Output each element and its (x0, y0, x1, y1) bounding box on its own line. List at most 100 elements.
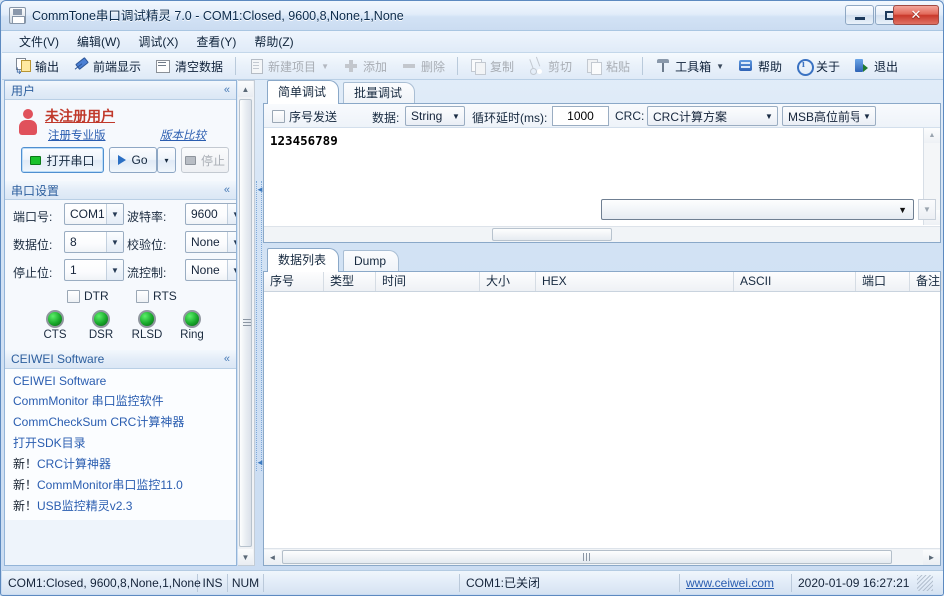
panel-splitter[interactable]: ◄ ◄ (256, 181, 264, 471)
ceiwei-link-4[interactable]: 新！CRC计算神器 (5, 453, 236, 474)
toolbar-plus-button[interactable]: 添加 (336, 55, 394, 77)
stop-button[interactable]: 停止 (181, 147, 229, 173)
ceiwei-panel-header[interactable]: CEIWEI Software « (5, 350, 236, 369)
send-hscroll-thumb[interactable] (492, 228, 612, 241)
sidebar-scrollbar[interactable]: ▲ ▼ (238, 80, 255, 566)
rts-checkbox[interactable]: RTS (136, 289, 177, 303)
ceiwei-link-5[interactable]: 新！CommMonitor串口监控11.0 (5, 474, 236, 495)
stopbits-value: 1 (70, 263, 77, 277)
scroll-up-icon[interactable]: ▲ (238, 81, 253, 97)
menu-item-3[interactable]: 查看(Y) (187, 33, 245, 51)
register-pro-link[interactable]: 注册专业版 (48, 127, 106, 143)
cut-icon (528, 58, 544, 75)
tab-send-0[interactable]: 简单调试 (267, 80, 340, 104)
minimize-button[interactable] (845, 5, 874, 25)
grid-rows[interactable] (264, 292, 940, 547)
toolbar-pin-button[interactable]: 前端显示 (66, 55, 148, 77)
status-spacer-1 (264, 573, 460, 592)
toolbar-clear-button[interactable]: 清空数据 (148, 55, 230, 77)
close-button[interactable]: ✕ (893, 5, 939, 25)
toolbar-paste-button[interactable]: 粘贴 (579, 55, 637, 77)
grid-column-header-5[interactable]: ASCII (734, 272, 856, 291)
user-panel-header[interactable]: 用户 « (5, 81, 236, 100)
toolbar-minus-button[interactable]: 删除 (394, 55, 452, 77)
new-doc-icon (248, 58, 264, 74)
toolbar-toolbox-button[interactable]: 工具箱 ▼ (648, 55, 731, 77)
chevron-up-icon[interactable]: « (224, 353, 230, 365)
grid-column-header-4[interactable]: HEX (536, 272, 734, 291)
crc-scheme-select[interactable]: CRC计算方案 ▼ (647, 106, 778, 126)
ceiwei-panel-title: CEIWEI Software (11, 352, 105, 366)
tab-data-1[interactable]: Dump (343, 250, 400, 272)
version-compare-link[interactable]: 版本比较 (160, 127, 206, 143)
chevron-up-icon[interactable]: « (224, 84, 230, 96)
toolbar-new-doc-button[interactable]: 新建项目 ▼ (241, 55, 336, 77)
scroll-left-icon[interactable]: ◄ (264, 549, 281, 565)
grid-column-header-7[interactable]: 备注 (910, 272, 942, 291)
scroll-up-icon[interactable]: ▲ (924, 128, 940, 143)
stopbits-select[interactable]: 1 ▼ (64, 259, 124, 281)
ceiwei-link-2[interactable]: CommCheckSum CRC计算神器 (5, 411, 236, 432)
go-label: Go (131, 153, 148, 167)
send-history-combo[interactable]: ▼ (601, 199, 914, 220)
data-format-select[interactable]: String ▼ (405, 106, 465, 126)
go-button[interactable]: Go (109, 147, 157, 173)
tab-data-0[interactable]: 数据列表 (267, 248, 340, 272)
port-select[interactable]: COM1 ▼ (64, 203, 124, 225)
toolbar-help-book-button[interactable]: 帮助 (731, 55, 789, 77)
tab-send-1[interactable]: 批量调试 (343, 82, 416, 104)
unregistered-status[interactable]: 未注册用户 (45, 106, 115, 126)
data-pane: 数据列表 Dump 序号 类型 时间 大小 HEX ASCII 端口 备注 ◄ ► (263, 248, 942, 566)
toolbar-exit-button[interactable]: 退出 (847, 55, 905, 77)
sequence-send-checkbox[interactable]: 序号发送 (272, 108, 337, 125)
send-horizontal-scrollbar[interactable] (264, 226, 940, 242)
toolbar-info-button[interactable]: 关于 (789, 55, 847, 77)
menu-item-0[interactable]: 文件(V) (10, 33, 68, 51)
grid-column-header-6[interactable]: 端口 (856, 272, 910, 291)
toolbar-copy-button[interactable]: 复制 (463, 55, 521, 77)
open-port-button[interactable]: 打开串口 (21, 147, 104, 173)
chevron-down-icon: ▼ (106, 232, 123, 252)
website-link[interactable]: www.ceiwei.com (686, 574, 774, 592)
parity-select[interactable]: None ▼ (185, 231, 236, 253)
grid-column-header-1[interactable]: 类型 (324, 272, 376, 291)
ceiwei-link-0[interactable]: CEIWEI Software (5, 372, 236, 390)
toolbar-output-button[interactable]: ↳ 输出 (8, 55, 66, 77)
serial-panel-body: 端口号: 波特率: 数据位: 校验位: 停止位: 流控制: COM1 ▼ 960… (5, 200, 236, 350)
menu-item-1[interactable]: 编辑(W) (68, 33, 129, 51)
grid-column-header-2[interactable]: 时间 (376, 272, 480, 291)
grid-hscroll-thumb[interactable] (282, 550, 892, 564)
user-panel-title: 用户 (11, 83, 36, 98)
toolbar-cut-button[interactable]: 剪切 (521, 55, 579, 77)
open-port-label: 打开串口 (46, 153, 95, 168)
sidebar-scroll-thumb[interactable] (239, 99, 252, 547)
menu-item-2[interactable]: 调试(X) (129, 33, 187, 51)
databits-select[interactable]: 8 ▼ (64, 231, 124, 253)
grid-horizontal-scrollbar[interactable]: ◄ ► (264, 548, 940, 565)
resize-grip-icon[interactable] (917, 574, 934, 591)
data-format-label: 数据: (372, 111, 400, 125)
grid-column-header-0[interactable]: 序号 (264, 272, 324, 291)
baud-select[interactable]: 9600 ▼ (185, 203, 236, 225)
scroll-right-icon[interactable]: ► (923, 549, 940, 565)
chevron-down-icon: ▼ (452, 111, 460, 121)
ceiwei-link-3[interactable]: 打开SDK目录 (5, 432, 236, 453)
ceiwei-link-label: USB监控精灵v2.3 (37, 499, 133, 513)
msb-order-select[interactable]: MSB高位前导 ▼ (782, 106, 876, 126)
grid-column-header-3[interactable]: 大小 (480, 272, 536, 291)
status-website[interactable]: www.ceiwei.com (680, 573, 792, 592)
ceiwei-link-1[interactable]: CommMonitor 串口监控软件 (5, 390, 236, 411)
data-tab-strip: 数据列表 Dump (263, 248, 941, 272)
flow-select[interactable]: None ▼ (185, 259, 236, 281)
send-combo-spin[interactable]: ▼ (918, 199, 936, 220)
menu-item-4[interactable]: 帮助(Z) (245, 33, 302, 51)
info-icon (796, 58, 815, 76)
serial-panel-header[interactable]: 串口设置 « (5, 181, 236, 200)
scroll-down-icon[interactable]: ▼ (238, 549, 253, 565)
go-dropdown-button[interactable]: ▾ (157, 147, 176, 173)
ceiwei-link-6[interactable]: 新！USB监控精灵v2.3 (5, 495, 236, 516)
chevron-up-icon[interactable]: « (224, 184, 230, 196)
loop-delay-input[interactable]: 1000 (552, 106, 609, 126)
led-gray-icon (184, 155, 196, 165)
dtr-checkbox[interactable]: DTR (67, 289, 109, 303)
